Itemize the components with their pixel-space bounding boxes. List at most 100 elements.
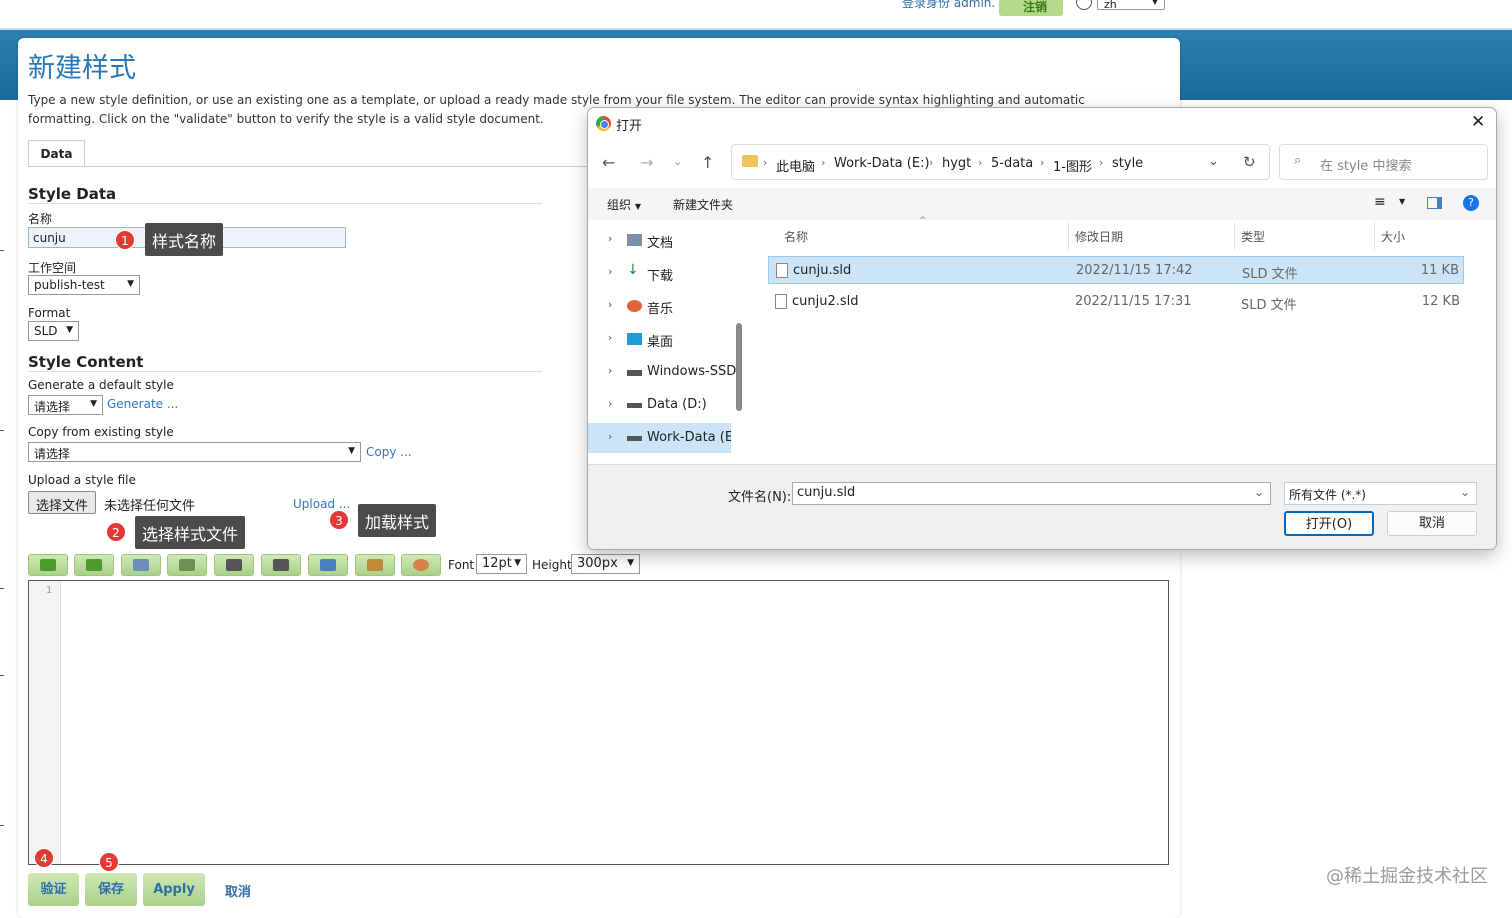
binoculars-icon — [226, 559, 242, 571]
reformat-button[interactable] — [167, 554, 207, 576]
breadcrumb-item[interactable]: hygt — [942, 156, 971, 171]
color-picker-button[interactable] — [401, 554, 441, 576]
generate-select[interactable]: 请选择 ▼ — [28, 395, 103, 415]
nav-item-work-data-e[interactable]: › Work-Data (E:) — [588, 423, 731, 453]
insert-button[interactable] — [308, 554, 348, 576]
redo-button[interactable] — [74, 554, 114, 576]
style-content-heading: Style Content — [28, 353, 144, 371]
format-icon — [179, 559, 195, 571]
breadcrumb-item[interactable]: style — [1112, 156, 1143, 171]
search-input[interactable]: ⌕ 在 style 中搜索 — [1279, 144, 1488, 180]
drive-icon — [627, 436, 642, 441]
chevron-down-icon[interactable]: ⌄ — [1208, 154, 1219, 169]
folder-icon — [742, 155, 758, 167]
open-button[interactable]: 打开(O) — [1284, 511, 1374, 536]
code-editor[interactable] — [28, 580, 1169, 865]
nav-scrollbar[interactable] — [736, 323, 742, 411]
nav-item-music[interactable]: › 音乐 — [588, 291, 738, 321]
generate-select-value: 请选择 — [34, 400, 71, 414]
new-folder-button[interactable]: 新建文件夹 — [673, 196, 733, 213]
filename-input[interactable]: cunju.sld ⌄ — [792, 482, 1271, 505]
column-divider[interactable] — [1374, 222, 1375, 250]
recent-chevron-icon[interactable]: ⌄ — [673, 155, 682, 168]
dialog-footer — [588, 464, 1496, 549]
chevron-right-icon: › — [1040, 156, 1045, 169]
breadcrumb-item[interactable]: 1-图形 — [1053, 156, 1092, 175]
chevron-right-icon: › — [608, 298, 613, 311]
apply-button[interactable]: Apply — [143, 873, 205, 906]
palette-icon — [413, 559, 429, 571]
nav-item-label: Windows-SSD — [647, 364, 737, 379]
nav-item-desktop[interactable]: › 桌面 — [588, 324, 738, 354]
file-row[interactable]: cunju.sld 2022/11/15 17:42 SLD 文件 11 KB — [768, 256, 1464, 284]
column-divider[interactable] — [1234, 222, 1235, 250]
filetype-select[interactable]: 所有文件 (*.*) ⌄ — [1284, 482, 1477, 505]
help-icon[interactable]: ? — [1463, 195, 1479, 211]
workspace-value: publish-test — [34, 278, 105, 292]
chevron-right-icon: › — [608, 397, 613, 410]
nav-item-data-d[interactable]: › Data (D:) — [588, 390, 738, 420]
forward-arrow-icon[interactable]: → — [640, 153, 653, 172]
workspace-select[interactable]: publish-test ▼ — [28, 275, 140, 295]
close-icon[interactable]: ✕ — [1471, 112, 1485, 132]
height-select[interactable]: 300px ▼ — [571, 554, 640, 574]
watermark: @稀土掘金技术社区 — [1326, 866, 1488, 887]
download-icon: ↓ — [627, 262, 639, 278]
font-size-select[interactable]: 12pt ▼ — [476, 554, 527, 574]
nav-item-documents[interactable]: › 文档 — [588, 225, 738, 255]
column-header-modified[interactable]: 修改日期 — [1075, 228, 1123, 245]
address-bar[interactable]: › 此电脑 › Work-Data (E:) › hygt › 5-data ›… — [731, 144, 1270, 180]
validate-button[interactable]: 验证 — [28, 873, 79, 906]
breadcrumb-item[interactable]: 5-data — [991, 156, 1033, 171]
back-arrow-icon[interactable]: ← — [602, 153, 615, 172]
chevron-down-icon[interactable]: ▼ — [1399, 197, 1405, 206]
nav-item-label: 下载 — [647, 269, 674, 284]
breadcrumb-item[interactable]: 此电脑 — [776, 156, 815, 175]
drive-icon — [627, 403, 642, 408]
copy-select[interactable]: 请选择 ▼ — [28, 442, 361, 462]
chevron-right-icon: › — [1099, 156, 1104, 169]
organize-menu[interactable]: 组织 ▼ — [607, 196, 641, 213]
column-divider[interactable] — [1068, 222, 1069, 250]
replace-button[interactable] — [261, 554, 301, 576]
refresh-icon[interactable]: ↻ — [1243, 153, 1256, 171]
column-header-name[interactable]: 名称 — [784, 228, 808, 245]
chevron-down-icon[interactable]: ⌄ — [1254, 485, 1264, 499]
up-arrow-icon[interactable]: ↑ — [701, 153, 714, 172]
undo-button[interactable] — [28, 554, 68, 576]
breadcrumb-item[interactable]: Work-Data (E:) — [834, 156, 930, 171]
chevron-right-icon: › — [929, 156, 934, 169]
nav-item-downloads[interactable]: › ↓ 下载 — [588, 258, 738, 288]
language-select[interactable]: zh ▼ — [1097, 0, 1165, 11]
chevron-right-icon: › — [608, 364, 613, 377]
nav-item-windows-ssd[interactable]: › Windows-SSD — [588, 357, 738, 387]
annotation-badge: 3 — [329, 510, 349, 530]
copy-link[interactable]: Copy ... — [366, 445, 412, 459]
file-row[interactable]: cunju2.sld 2022/11/15 17:31 SLD 文件 12 KB — [768, 288, 1464, 316]
dialog-cancel-button[interactable]: 取消 — [1387, 511, 1477, 536]
file-icon — [776, 263, 788, 278]
annotation-badge: 5 — [99, 852, 119, 872]
no-file-text: 未选择任何文件 — [104, 499, 196, 514]
logout-button[interactable]: 注销 — [999, 0, 1063, 16]
tab-data[interactable]: Data — [28, 140, 85, 167]
choose-file-button[interactable]: 选择文件 — [28, 491, 97, 514]
style-data-heading: Style Data — [28, 185, 117, 203]
chevron-right-icon: › — [608, 430, 613, 443]
generate-link[interactable]: Generate ... — [107, 397, 178, 411]
format-select[interactable]: SLD ▼ — [28, 321, 79, 341]
preview-pane-icon[interactable] — [1427, 197, 1442, 209]
filetype-value: 所有文件 (*.*) — [1289, 488, 1366, 502]
goto-line-button[interactable] — [121, 554, 161, 576]
column-header-type[interactable]: 类型 — [1241, 228, 1265, 245]
search-button[interactable] — [214, 554, 254, 576]
upload-link[interactable]: Upload ... — [293, 497, 350, 511]
file-modified: 2022/11/15 17:42 — [1076, 263, 1193, 278]
save-button[interactable]: 保存 — [85, 873, 137, 906]
file-name: cunju.sld — [793, 263, 852, 278]
column-header-size[interactable]: 大小 — [1381, 228, 1405, 245]
image-button[interactable] — [355, 554, 395, 576]
view-list-icon[interactable]: ≡ — [1374, 194, 1386, 210]
cancel-button[interactable]: 取消 — [225, 881, 251, 900]
workspace-label: 工作空间 — [28, 261, 77, 275]
